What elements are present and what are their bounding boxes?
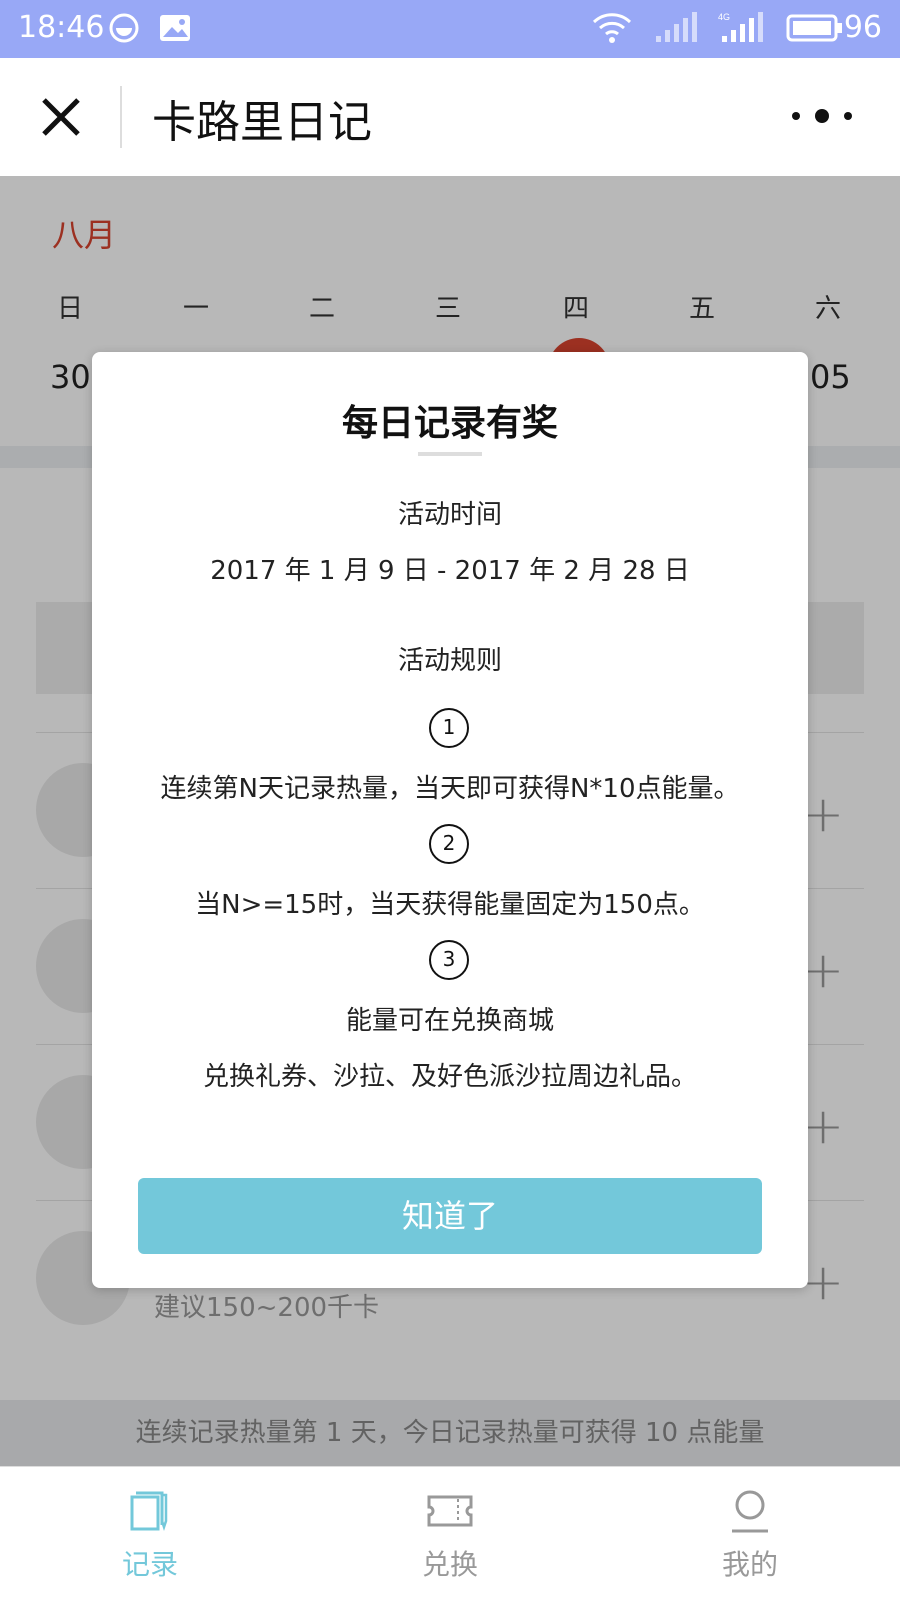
activity-time-range: 2017 年 1 月 9 日 - 2017 年 2 月 28 日 <box>210 556 690 586</box>
status-time: 18:46 <box>18 10 105 45</box>
wifi-icon <box>592 12 632 52</box>
tab-exchange[interactable]: 兑换 <box>370 1489 530 1583</box>
tab-bar: 记录 兑换 我的 <box>0 1466 900 1601</box>
activity-rules-label: 活动规则 <box>397 646 502 676</box>
rule-number-badge: 3 <box>429 940 469 980</box>
more-icon[interactable] <box>786 102 866 130</box>
rule-number-badge: 2 <box>429 824 469 864</box>
user-icon <box>726 1489 774 1533</box>
notebook-icon <box>126 1489 174 1533</box>
reward-dialog: 每日记录有奖 活动时间 2017 年 1 月 9 日 - 2017 年 2 月 … <box>92 352 808 1288</box>
status-bar: 18:46 4G 96 <box>0 0 900 58</box>
battery-icon <box>786 14 844 50</box>
tab-label: 记录 <box>121 1548 178 1581</box>
dialog-title: 每日记录有奖 <box>341 403 558 444</box>
tab-label: 我的 <box>721 1548 778 1581</box>
battery-level: 96 <box>843 10 882 45</box>
tab-label: 兑换 <box>421 1548 478 1581</box>
close-icon[interactable] <box>36 92 86 142</box>
page-title: 卡路里日记 <box>152 97 372 148</box>
title-underline <box>418 452 482 456</box>
rule-text-continued: 兑换礼券、沙拉、及好色派沙拉周边礼品。 <box>202 1062 697 1092</box>
gallery-icon <box>158 12 192 52</box>
tab-record[interactable]: 记录 <box>70 1489 230 1583</box>
rule-text: 当N>=15时，当天获得能量固定为150点。 <box>195 890 705 920</box>
svg-text:4G: 4G <box>718 12 730 22</box>
tab-mine[interactable]: 我的 <box>670 1489 830 1583</box>
signal-icon <box>654 12 700 52</box>
activity-time-label: 活动时间 <box>397 500 502 530</box>
4g-signal-icon: 4G <box>718 12 768 52</box>
rule-text: 能量可在兑换商城 <box>345 1006 554 1036</box>
nav-bar: 卡路里日记 <box>0 58 900 177</box>
got-it-button[interactable]: 知道了 <box>138 1178 762 1254</box>
notification-icon <box>108 12 140 52</box>
ticket-icon <box>426 1489 474 1533</box>
rule-number-badge: 1 <box>429 708 469 748</box>
rule-text: 连续第N天记录热量，当天即可获得N*10点能量。 <box>160 774 740 804</box>
nav-divider <box>120 86 122 148</box>
